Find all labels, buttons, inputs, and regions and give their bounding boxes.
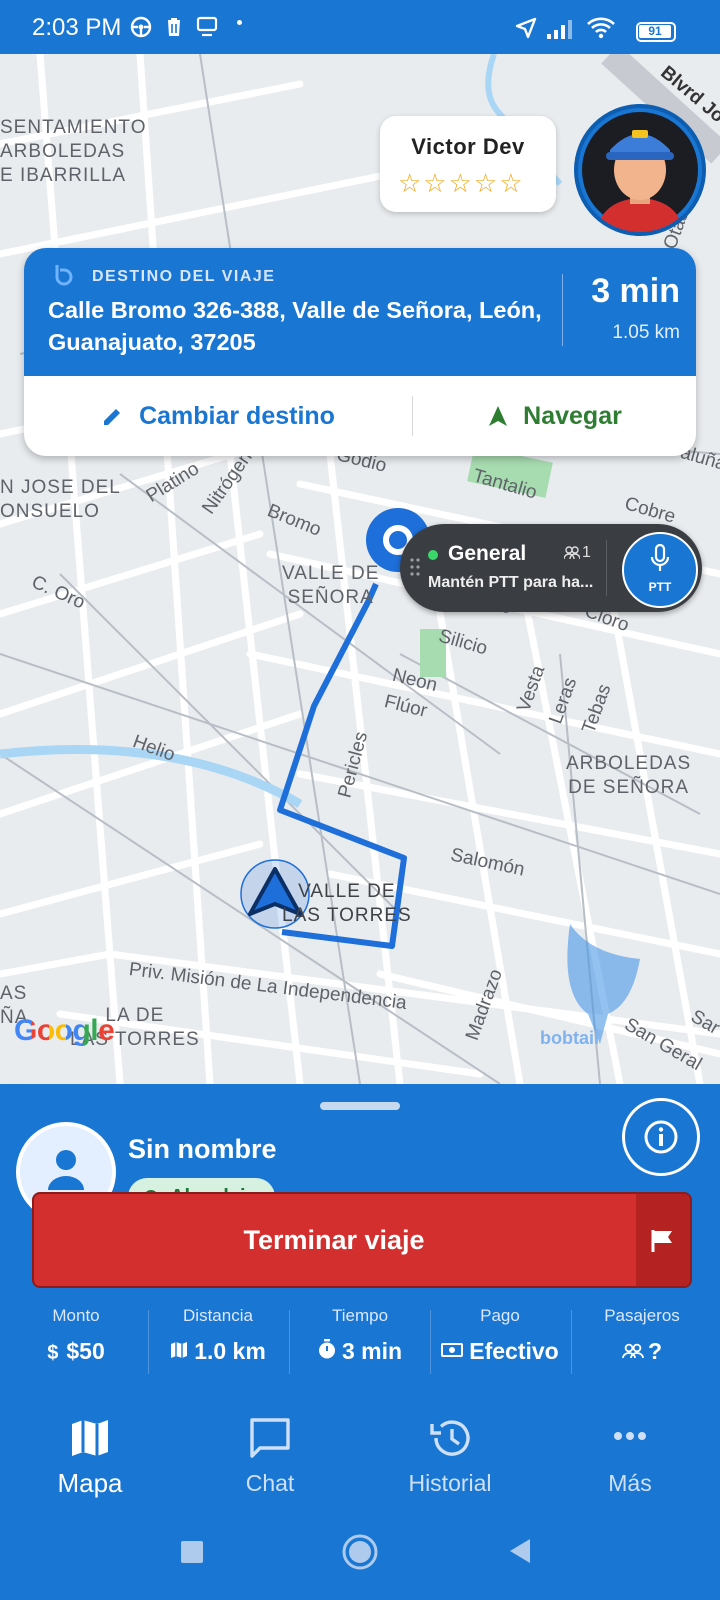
bottom-navigation: Mapa Chat Historial Más xyxy=(0,1384,720,1514)
nav-label: Mapa xyxy=(57,1468,123,1498)
bobtail-watermark: bobtail xyxy=(540,1028,599,1048)
flag-section xyxy=(636,1194,690,1286)
driver-card[interactable]: Victor Dev ☆☆☆☆☆ xyxy=(380,116,556,212)
map-area-label: VALLE DE LAS TORRES xyxy=(282,881,412,926)
destination-eta: 3 min xyxy=(591,272,680,310)
status-time: 2:03 PM xyxy=(32,14,122,41)
group-icon xyxy=(564,546,580,560)
stat-label: Tiempo xyxy=(331,1306,389,1325)
stat-payment: Pago Efectivo xyxy=(430,1306,570,1365)
stat-label: Pago xyxy=(480,1306,520,1325)
navigate-label: Navegar xyxy=(523,401,622,430)
driver-rating-stars: ☆☆☆☆☆ xyxy=(398,168,525,198)
map-area-label: SENTAMIENTO ARBOLEDAS E IBARRILLA xyxy=(0,117,147,186)
home-icon[interactable] xyxy=(340,1532,380,1572)
notification-dot-icon xyxy=(237,20,242,25)
stat-value: 3 min xyxy=(341,1338,403,1364)
driver-avatar[interactable] xyxy=(574,104,706,236)
chat-icon xyxy=(250,1418,290,1458)
battery-level: 91 xyxy=(639,25,671,38)
info-icon xyxy=(644,1120,678,1154)
trip-stats: Monto $ $50 Distancia 1.0 km Tiempo 3 min… xyxy=(0,1306,720,1374)
nav-label: Más xyxy=(608,1470,652,1496)
person-icon xyxy=(48,1150,84,1190)
destination-card: DESTINO DEL VIAJE Calle Bromo 326-388, V… xyxy=(24,248,696,456)
signal-icon xyxy=(547,20,572,39)
end-trip-button[interactable]: Terminar viaje xyxy=(32,1192,692,1288)
change-destination-label: Cambiar destino xyxy=(139,401,335,430)
drag-handle-icon[interactable] xyxy=(410,558,420,576)
nav-item-map[interactable]: Mapa xyxy=(0,1384,180,1514)
status-bar: 2:03 PM 91 xyxy=(0,0,720,54)
destination-header: DESTINO DEL VIAJE Calle Bromo 326-388, V… xyxy=(24,248,696,376)
stat-value: $50 xyxy=(66,1338,105,1364)
google-logo: Google xyxy=(14,1014,115,1047)
stat-amount: Monto $ $50 xyxy=(6,1306,146,1365)
stat-value: ? xyxy=(647,1338,663,1364)
ptt-button-label: PTT xyxy=(648,580,672,594)
stat-label: Monto xyxy=(52,1306,100,1325)
recents-icon[interactable] xyxy=(178,1538,206,1566)
desktop-icon xyxy=(196,16,218,37)
destination-distance: 1.05 km xyxy=(612,322,680,343)
dollar-icon: $ xyxy=(47,1342,59,1364)
trash-icon xyxy=(166,18,182,36)
nav-label: Chat xyxy=(245,1470,295,1496)
map-area-label: VALLE DE SEÑORA xyxy=(282,563,380,608)
steering-wheel-icon xyxy=(130,16,152,38)
ptt-divider xyxy=(606,540,607,596)
driver-avatar-icon xyxy=(582,112,698,232)
ptt-member-count: 1 xyxy=(582,544,591,561)
pencil-icon xyxy=(104,409,121,425)
info-button[interactable] xyxy=(622,1098,700,1176)
nav-item-history[interactable]: Historial xyxy=(360,1384,540,1514)
stat-value: Efectivo xyxy=(469,1338,559,1364)
map-area-label: N JOSE DEL ONSUELO xyxy=(0,477,121,522)
online-indicator xyxy=(428,550,438,560)
cash-icon xyxy=(441,1343,464,1357)
destination-label: DESTINO DEL VIAJE xyxy=(92,268,276,285)
more-icon xyxy=(614,1432,646,1440)
history-icon xyxy=(430,1420,470,1456)
back-icon[interactable] xyxy=(506,1536,536,1566)
passenger-name: Sin nombre xyxy=(128,1134,277,1164)
microphone-icon xyxy=(650,544,670,571)
bobtail-logo-icon xyxy=(55,265,73,286)
battery-icon: 91 xyxy=(636,22,676,42)
people-icon xyxy=(622,1343,644,1359)
nav-item-more[interactable]: Más xyxy=(540,1384,720,1514)
map-area-label: ARBOLEDAS DE SEÑORA xyxy=(566,753,692,798)
stat-passengers: Pasajeros ? xyxy=(572,1306,712,1365)
stat-label: Pasajeros xyxy=(604,1306,680,1325)
stat-distance: Distancia 1.0 km xyxy=(148,1306,288,1365)
wifi-icon xyxy=(587,17,615,39)
navigate-button[interactable]: Navegar xyxy=(413,376,696,456)
system-navigation-bar xyxy=(0,1510,720,1600)
nav-label: Historial xyxy=(408,1470,492,1496)
navigation-arrow-icon xyxy=(489,406,508,426)
end-trip-label: Terminar viaje xyxy=(243,1225,425,1255)
ptt-widget[interactable]: General 1 Mantén PTT para ha... PTT xyxy=(400,524,702,612)
ptt-button[interactable]: PTT xyxy=(622,532,698,608)
ptt-hint: Mantén PTT para ha... xyxy=(428,574,594,591)
timer-icon xyxy=(318,1339,335,1359)
sheet-drag-handle[interactable] xyxy=(320,1102,400,1110)
map-icon xyxy=(171,1342,188,1358)
map-icon xyxy=(72,1420,108,1456)
stat-value: 1.0 km xyxy=(194,1338,266,1364)
location-arrow-icon xyxy=(515,17,537,39)
destination-divider xyxy=(562,274,563,346)
nav-item-chat[interactable]: Chat xyxy=(180,1384,360,1514)
driver-name: Victor Dev xyxy=(411,134,525,159)
flag-icon xyxy=(651,1230,672,1252)
ptt-channel: General xyxy=(448,542,527,565)
destination-address: Calle Bromo 326-388, Valle de Señora, Le… xyxy=(48,297,542,355)
stat-time: Tiempo 3 min xyxy=(290,1306,430,1365)
change-destination-button[interactable]: Cambiar destino xyxy=(24,376,412,456)
stat-label: Distancia xyxy=(183,1306,253,1325)
